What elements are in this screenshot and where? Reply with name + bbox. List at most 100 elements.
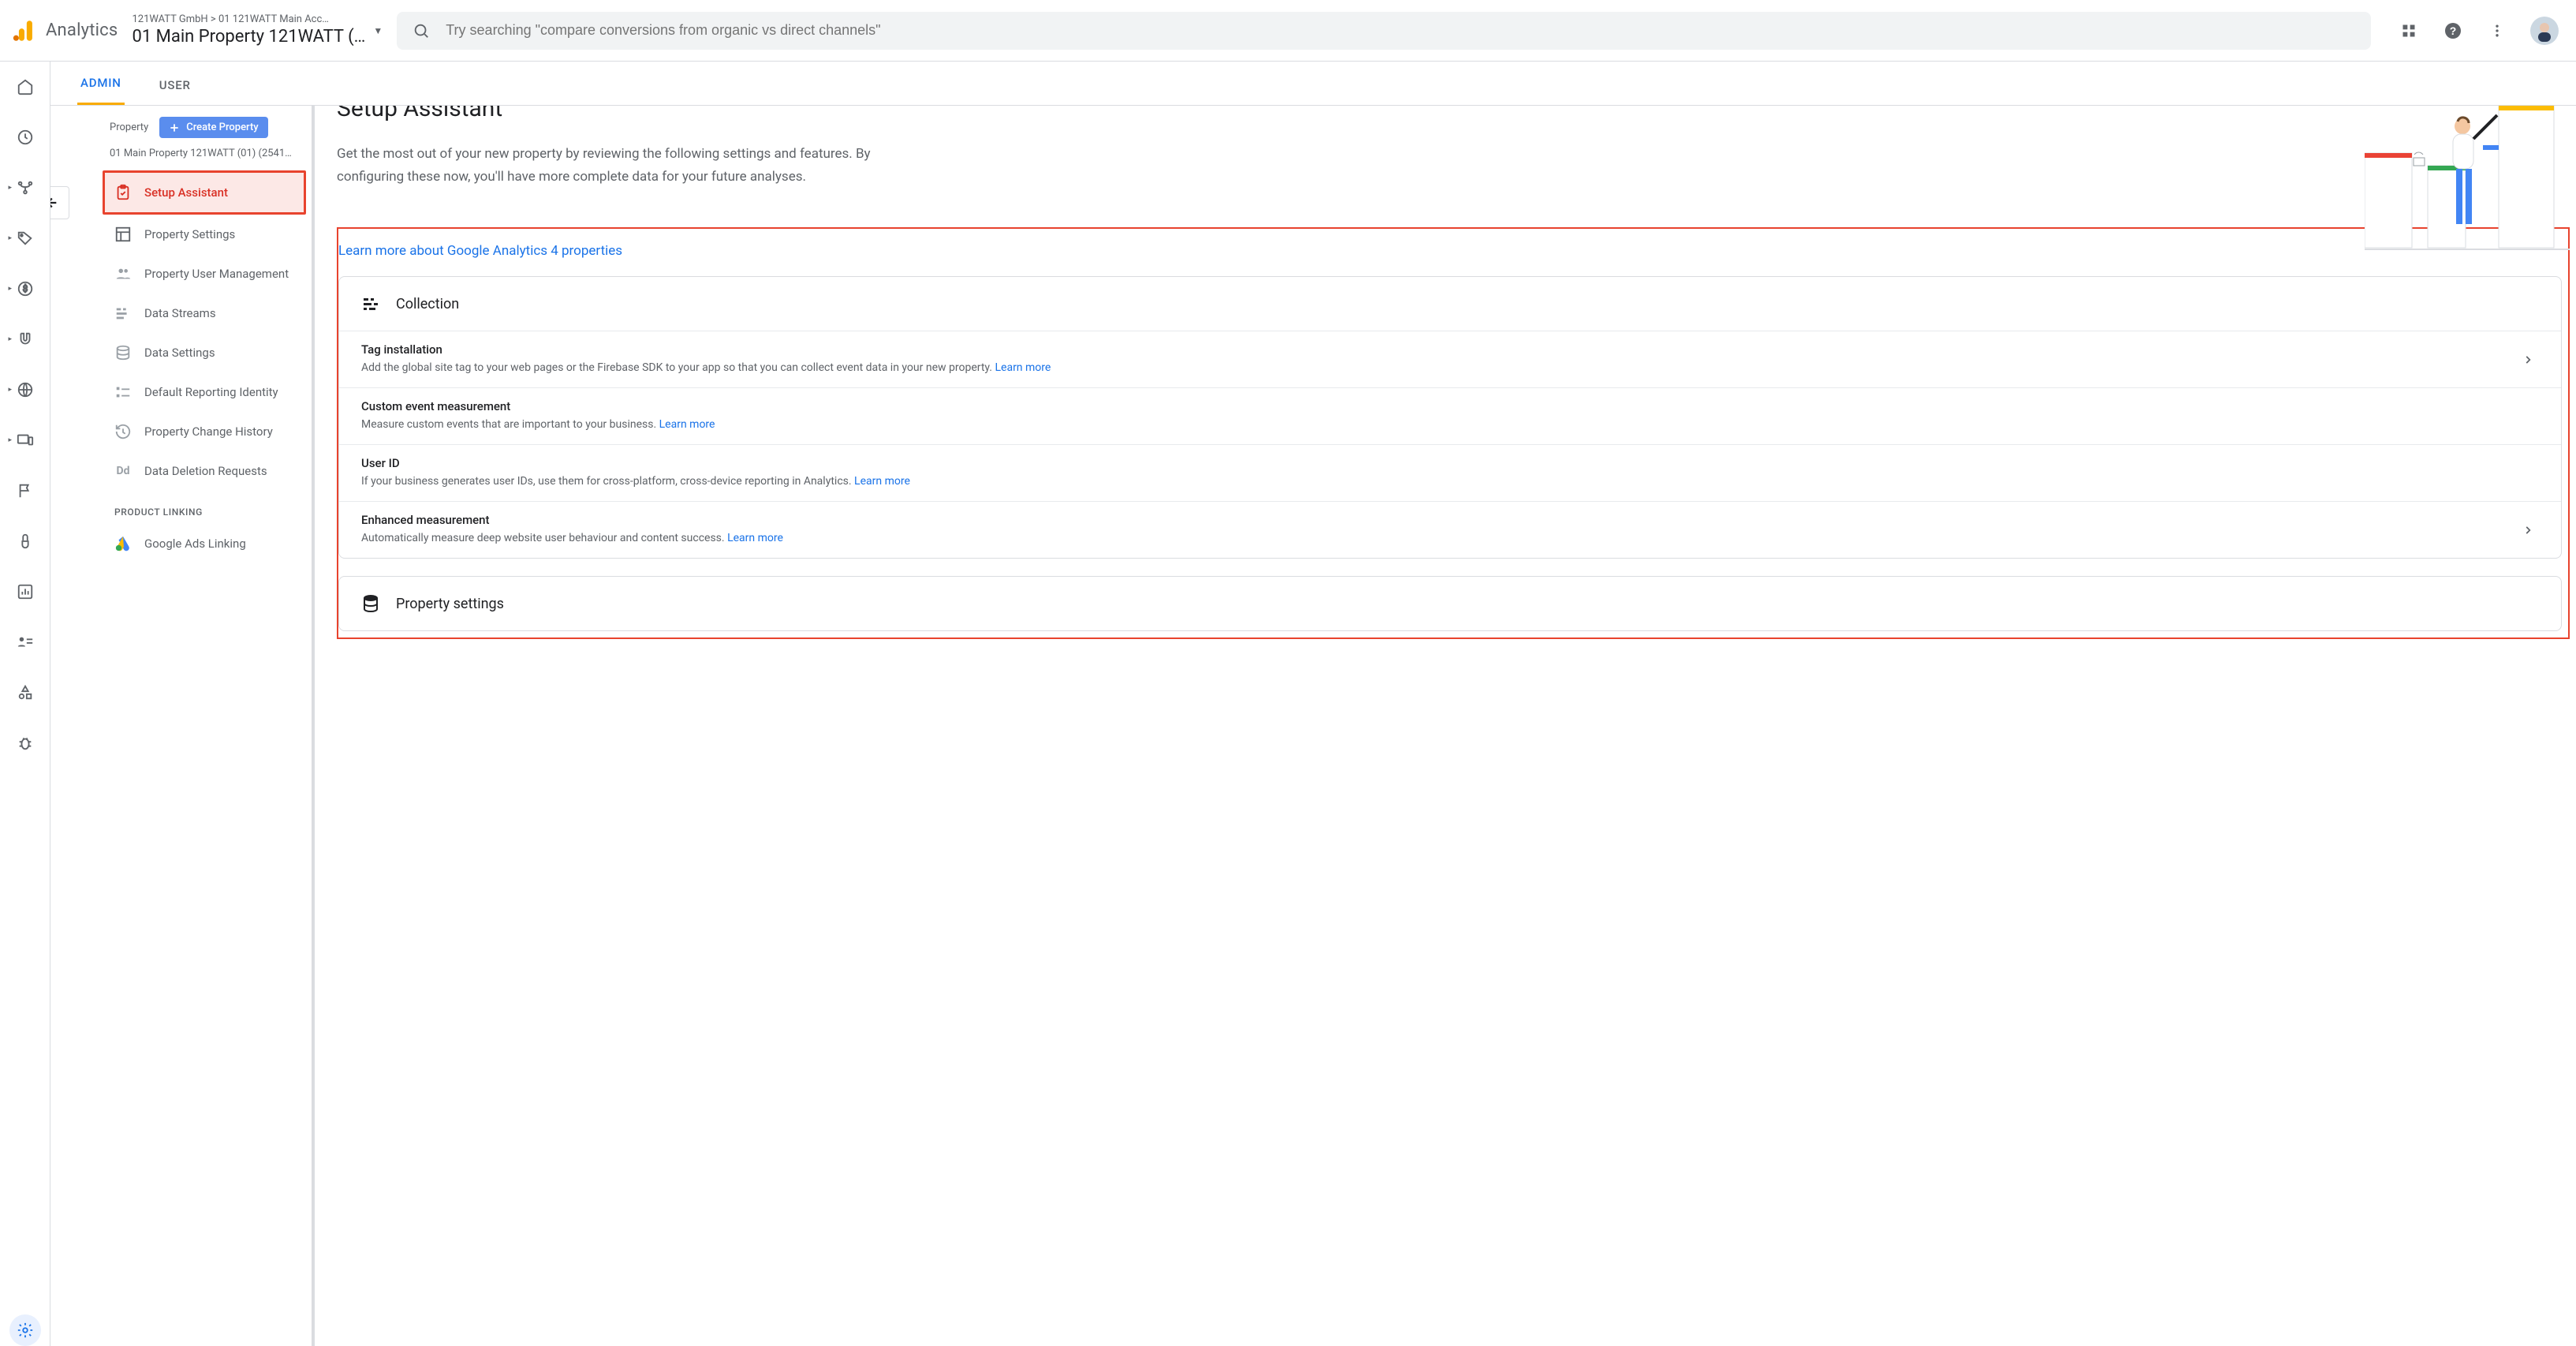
help-icon[interactable]: ? (2442, 20, 2464, 42)
breadcrumb: 121WATT GmbH > 01 121WATT Main Acc… (132, 13, 365, 26)
row-title: Custom event measurement (361, 399, 2539, 413)
nav-item-label: Property User Management (144, 267, 289, 281)
left-rail: ▸ ▸ ▸ $ ▸ ▸ ▸ (0, 62, 50, 1346)
nav-setup-assistant[interactable]: Setup Assistant (105, 173, 304, 212)
brand-block: Analytics (11, 17, 118, 44)
create-property-label: Create Property (186, 122, 258, 133)
database-icon (114, 344, 132, 361)
chevron-right-icon (2517, 525, 2539, 536)
page-title: Setup Assistant (337, 106, 2349, 129)
card-title: Collection (396, 296, 459, 312)
tab-admin[interactable]: ADMIN (77, 76, 125, 105)
rail-gear-icon[interactable] (9, 1314, 41, 1346)
page-description: Get the most out of your new property by… (337, 143, 920, 189)
collapse-property-nav-button[interactable] (50, 186, 69, 219)
learn-more-link[interactable]: Learn more (659, 418, 715, 431)
nav-item-label: Property Settings (144, 227, 235, 241)
card-property-settings: Property settings (338, 576, 2562, 631)
rail-bug-icon[interactable] (9, 727, 41, 759)
nav-item-label: Default Reporting Identity (144, 385, 278, 399)
search-icon (413, 22, 430, 39)
svg-text:$: $ (22, 284, 27, 294)
highlight-frame: Learn more about Google Analytics 4 prop… (337, 227, 2570, 639)
row-desc: Add the global site tag to your web page… (361, 360, 2504, 376)
back-arrow-icon (50, 194, 59, 211)
row-enhanced-measurement[interactable]: Enhanced measurement Automatically measu… (339, 501, 2561, 558)
chevron-right-icon (2517, 354, 2539, 365)
rail-magnet-icon[interactable]: ▸ (9, 323, 41, 355)
row-desc: If your business generates user IDs, use… (361, 473, 2539, 490)
apps-grid-icon[interactable] (2398, 20, 2420, 42)
nav-item-label: Property Change History (144, 424, 273, 439)
search-input[interactable] (446, 22, 2355, 39)
rail-person-list-icon[interactable] (9, 626, 41, 658)
nav-google-ads-linking[interactable]: Google Ads Linking (105, 524, 304, 563)
row-custom-event[interactable]: Custom event measurement Measure custom … (339, 387, 2561, 444)
rail-home-icon[interactable] (9, 71, 41, 103)
avatar[interactable] (2530, 17, 2559, 45)
google-ads-icon (114, 535, 132, 552)
rail-shapes-icon[interactable] (9, 677, 41, 709)
card-title: Property settings (396, 596, 504, 612)
rail-clock-icon[interactable] (9, 122, 41, 153)
dd-icon: Dd (114, 462, 132, 480)
row-title: User ID (361, 456, 2539, 470)
search-bar[interactable] (397, 12, 2371, 50)
clipboard-check-icon (114, 184, 132, 201)
nav-data-streams[interactable]: Data Streams (105, 294, 304, 333)
create-property-button[interactable]: Create Property (159, 117, 267, 138)
plus-icon (169, 122, 180, 133)
main-panel: Setup Assistant Get the most out of your… (315, 106, 2576, 1346)
brand-word: Analytics (46, 21, 118, 40)
collection-icon (361, 294, 380, 313)
top-icons: ? (2398, 17, 2559, 45)
learn-more-link[interactable]: Learn more (995, 361, 1051, 374)
section-product-linking: PRODUCT LINKING (105, 491, 304, 524)
analytics-logo-icon (11, 17, 38, 44)
layout-icon (114, 226, 132, 243)
property-name: 01 Main Property 121WATT (… (132, 26, 365, 48)
nav-item-label: Data Settings (144, 346, 215, 360)
rail-flag-icon[interactable] (9, 475, 41, 507)
database-icon (361, 594, 380, 613)
tab-user[interactable]: USER (156, 78, 194, 105)
learn-more-link[interactable]: Learn more (854, 475, 910, 488)
property-nav: Property Create Property 01 Main Propert… (94, 106, 315, 1346)
streams-icon (114, 305, 132, 322)
nav-data-settings[interactable]: Data Settings (105, 333, 304, 372)
people-icon (114, 265, 132, 282)
row-user-id[interactable]: User ID If your business generates user … (339, 444, 2561, 501)
row-desc: Measure custom events that are important… (361, 417, 2539, 433)
rail-path-icon[interactable]: ▸ (9, 172, 41, 204)
nav-reporting-identity[interactable]: Default Reporting Identity (105, 372, 304, 412)
row-desc: Automatically measure deep website user … (361, 530, 2504, 547)
nav-property-settings[interactable]: Property Settings (105, 215, 304, 254)
nav-change-history[interactable]: Property Change History (105, 412, 304, 451)
nav-item-label: Google Ads Linking (144, 537, 246, 551)
row-title: Tag installation (361, 342, 2504, 357)
identity-icon (114, 383, 132, 401)
more-vert-icon[interactable] (2486, 20, 2508, 42)
rail-tag-icon[interactable]: ▸ (9, 222, 41, 254)
nav-data-deletion[interactable]: Dd Data Deletion Requests (105, 451, 304, 491)
chevron-down-icon: ▼ (373, 25, 383, 36)
admin-user-tabs: ADMIN USER (50, 62, 2576, 106)
nav-item-label: Data Deletion Requests (144, 464, 267, 478)
card-collection: Collection Tag installation Add the glob… (338, 276, 2562, 559)
nav-item-label: Data Streams (144, 306, 216, 320)
row-tag-installation[interactable]: Tag installation Add the global site tag… (339, 331, 2561, 387)
learn-more-link[interactable]: Learn more (727, 532, 783, 544)
nav-item-label: Setup Assistant (144, 185, 228, 200)
rail-globe-icon[interactable]: ▸ (9, 374, 41, 406)
nav-user-management[interactable]: Property User Management (105, 254, 304, 294)
history-icon (114, 423, 132, 440)
rail-barchart-icon[interactable] (9, 576, 41, 608)
row-title: Enhanced measurement (361, 513, 2504, 527)
rail-touch-icon[interactable] (9, 525, 41, 557)
hero-illustration (2365, 106, 2570, 256)
topbar: Analytics 121WATT GmbH > 01 121WATT Main… (0, 0, 2576, 62)
rail-money-icon[interactable]: ▸ $ (9, 273, 41, 305)
learn-more-ga4-link[interactable]: Learn more about Google Analytics 4 prop… (338, 243, 622, 259)
rail-devices-icon[interactable]: ▸ (9, 424, 41, 456)
property-picker[interactable]: 121WATT GmbH > 01 121WATT Main Acc… 01 M… (132, 13, 383, 48)
